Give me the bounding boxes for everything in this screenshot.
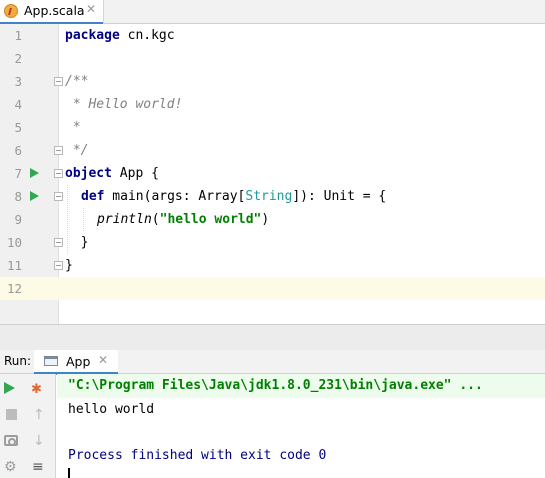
fold-icon[interactable] xyxy=(54,261,63,270)
fold-icon[interactable] xyxy=(54,169,63,178)
code-editor[interactable]: 1 package cn.kgc 2 3 /** 4 * Hello world… xyxy=(0,24,545,324)
down-arrow-icon[interactable]: ↓ xyxy=(33,433,49,449)
code-text: println("hello world") xyxy=(97,208,269,231)
code-token: main(args: Array[ xyxy=(104,189,246,204)
text-caret xyxy=(68,468,70,478)
line-number: 6 xyxy=(14,143,22,158)
keyword: package xyxy=(65,28,120,43)
run-tool-window-header: Run: App ✕ xyxy=(0,350,545,375)
line-number: 8 xyxy=(14,189,22,204)
code-text: def main(args: Array[String]): Unit = { xyxy=(81,185,386,208)
fold-icon[interactable] xyxy=(54,146,63,155)
code-token: ( xyxy=(151,212,160,227)
line-number: 11 xyxy=(6,258,22,273)
comment: */ xyxy=(65,143,89,158)
code-line[interactable]: 7 object App { xyxy=(0,162,545,185)
run-gutter-icon[interactable] xyxy=(30,191,39,201)
console-toolbar: ⚙ ✱ ↑ ↓ ≡ xyxy=(0,374,56,478)
indent-guide xyxy=(67,185,68,254)
keyword: def xyxy=(81,189,105,204)
fold-icon[interactable] xyxy=(54,238,63,247)
line-number: 7 xyxy=(14,166,22,181)
program-output: hello world xyxy=(68,402,155,417)
code-text: } xyxy=(65,235,89,250)
panel-splitter[interactable] xyxy=(0,324,545,350)
debug-icon[interactable]: ✱ xyxy=(31,382,47,398)
exit-message: Process finished with exit code 0 xyxy=(68,448,327,463)
line-number: 1 xyxy=(14,28,22,43)
tab-run-app[interactable]: App ✕ xyxy=(34,350,118,375)
code-token: ]): Unit = { xyxy=(292,189,387,204)
stop-icon[interactable] xyxy=(6,409,17,420)
line-number: 5 xyxy=(14,120,22,135)
indent-guide xyxy=(83,208,84,231)
line-number: 12 xyxy=(0,277,22,300)
type-name: String xyxy=(245,189,293,204)
code-line[interactable]: 9 println("hello world") xyxy=(0,208,545,231)
scala-file-icon xyxy=(4,4,18,18)
code-line[interactable]: 11 } xyxy=(0,254,545,277)
code-token: App { xyxy=(111,166,159,181)
close-icon[interactable]: ✕ xyxy=(86,2,96,16)
code-line[interactable]: 4 * Hello world! xyxy=(0,93,545,116)
string-literal: "hello world" xyxy=(159,212,262,227)
editor-tab-bar: App.scala ✕ xyxy=(0,0,545,25)
code-token: ) xyxy=(261,212,270,227)
screenshot-icon[interactable] xyxy=(4,435,18,446)
fold-icon[interactable] xyxy=(54,77,63,86)
keyword: object xyxy=(65,166,112,181)
up-arrow-icon[interactable]: ↑ xyxy=(33,407,49,423)
code-text: package cn.kgc xyxy=(65,24,175,47)
code-token: cn.kgc xyxy=(119,28,175,43)
code-line[interactable]: 10 } xyxy=(0,231,545,254)
run-tab-label: App xyxy=(66,354,91,369)
code-line[interactable]: 8 def main(args: Array[String]): Unit = … xyxy=(0,185,545,208)
comment: * xyxy=(65,120,81,135)
fold-icon[interactable] xyxy=(54,192,63,201)
rerun-icon[interactable] xyxy=(4,382,15,394)
line-number: 10 xyxy=(6,235,22,250)
current-code-line[interactable]: 12 xyxy=(0,277,545,300)
comment: * Hello world! xyxy=(65,97,183,112)
line-number: 3 xyxy=(14,74,22,89)
comment: /** xyxy=(65,74,89,89)
code-line[interactable]: 6 */ xyxy=(0,139,545,162)
code-line[interactable]: 2 xyxy=(0,47,545,70)
code-line[interactable]: 1 package cn.kgc xyxy=(0,24,545,47)
run-panel-title: Run: xyxy=(4,354,32,368)
command-line-row[interactable]: "C:\Program Files\Java\jdk1.8.0_231\bin\… xyxy=(57,374,545,398)
function-call: println xyxy=(97,212,152,227)
console-output[interactable]: "C:\Program Files\Java\jdk1.8.0_231\bin\… xyxy=(57,374,545,478)
settings-icon[interactable]: ⚙ xyxy=(4,459,20,475)
line-number: 4 xyxy=(14,97,22,112)
soft-wrap-icon[interactable]: ≡ xyxy=(32,459,48,475)
tab-label: App.scala xyxy=(24,3,85,18)
line-number: 2 xyxy=(14,51,22,66)
run-gutter-icon[interactable] xyxy=(30,168,39,178)
code-text: } xyxy=(65,258,73,273)
code-line[interactable]: 5 * xyxy=(0,116,545,139)
close-icon[interactable]: ✕ xyxy=(98,353,108,367)
application-icon xyxy=(44,356,58,366)
code-line[interactable]: 3 /** xyxy=(0,70,545,93)
tab-app-scala[interactable]: App.scala ✕ xyxy=(0,0,104,25)
command-text[interactable]: "C:\Program Files\Java\jdk1.8.0_231\bin\… xyxy=(68,378,483,393)
code-text: object App { xyxy=(65,162,159,185)
line-number: 9 xyxy=(14,212,22,227)
